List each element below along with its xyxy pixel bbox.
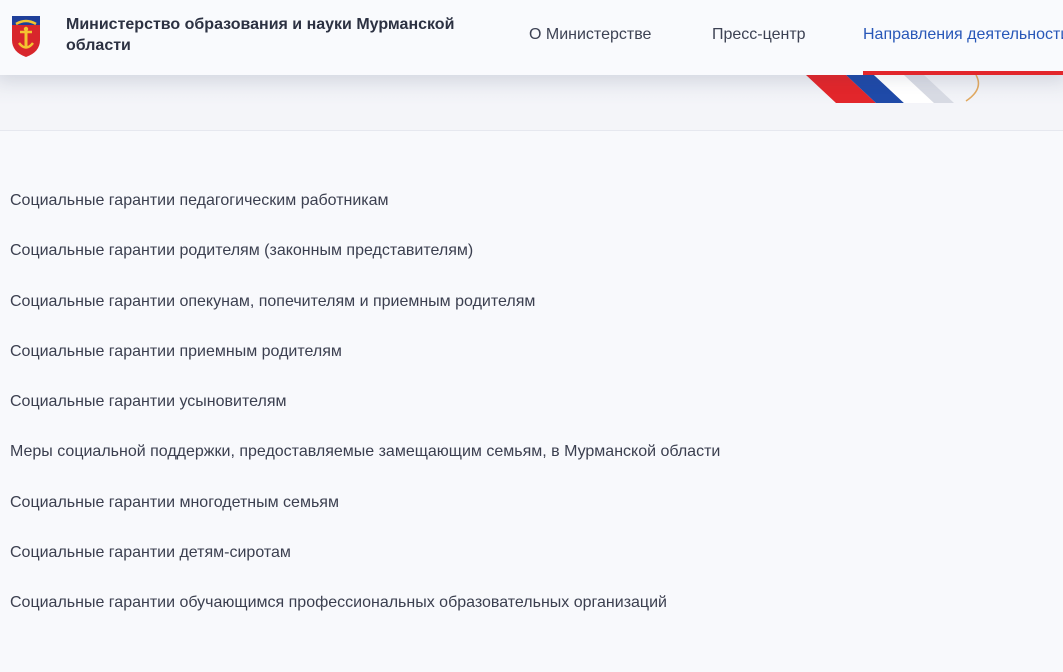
social-guarantees-list: Социальные гарантии педагогическим работ… [10,188,1010,641]
nav-item-about[interactable]: О Министерстве [529,26,651,44]
list-item[interactable]: Социальные гарантии многодетным семьям [10,490,1010,540]
list-item[interactable]: Меры социальной поддержки, предоставляем… [10,439,1010,489]
nav-item-press-center[interactable]: Пресс-центр [712,26,806,44]
list-item[interactable]: Социальные гарантии родителям (законным … [10,238,1010,288]
list-item[interactable]: Социальные гарантии педагогическим работ… [10,188,1010,238]
coat-of-arms-icon[interactable] [10,14,42,58]
list-item[interactable]: Социальные гарантии усыновителям [10,389,1010,439]
site-header: Министерство образования и науки Мурманс… [0,0,1063,75]
list-item[interactable]: Социальные гарантии опекунам, попечителя… [10,289,1010,339]
list-item[interactable]: Социальные гарантии обучающимся професси… [10,590,1010,640]
list-item[interactable]: Социальные гарантии детям-сиротам [10,540,1010,590]
nav-item-activities[interactable]: Направления деятельности [863,26,1063,44]
decorative-banner [0,75,1063,131]
org-name[interactable]: Министерство образования и науки Мурманс… [66,14,516,56]
list-item[interactable]: Социальные гарантии приемным родителям [10,339,1010,389]
active-nav-underline [863,71,1063,75]
flag-stripes-decoration [806,75,980,103]
